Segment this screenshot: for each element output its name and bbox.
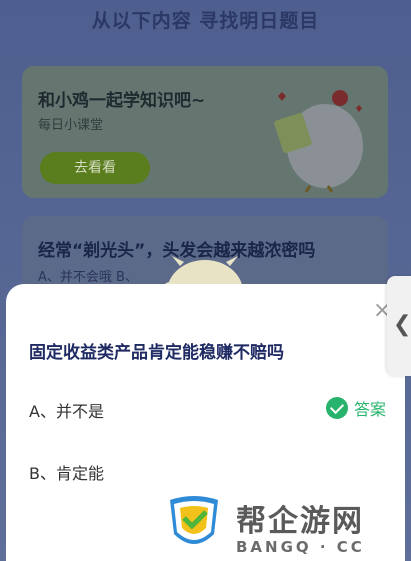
daily-class-card: 和小鸡一起学知识吧~ 每日小课堂 去看看 bbox=[22, 66, 388, 198]
side-drawer-handle[interactable]: ❮ bbox=[387, 276, 411, 376]
daily-class-subtitle: 每日小课堂 bbox=[38, 118, 104, 133]
shield-logo-icon bbox=[170, 496, 218, 544]
answer-label: 答案 bbox=[353, 400, 386, 419]
answer-badge: 答案 bbox=[325, 396, 386, 420]
check-circle-icon bbox=[325, 397, 348, 419]
daily-class-title: 和小鸡一起学知识吧~ bbox=[38, 91, 206, 111]
option-b[interactable]: B、肯定能 bbox=[29, 460, 104, 484]
page-header-title: 从以下内容 寻找明日题目 bbox=[91, 10, 320, 32]
watermark: 帮企游网 BANGQ · CC bbox=[164, 494, 411, 560]
go-see-button: 去看看 bbox=[40, 152, 150, 184]
chevron-left-icon: ❮ bbox=[393, 312, 411, 337]
option-a[interactable]: A、并不是 bbox=[29, 398, 104, 422]
chicken-illustration bbox=[274, 90, 363, 193]
watermark-brand: 帮企游网 bbox=[236, 504, 364, 539]
watermark-domain: BANGQ · CC bbox=[236, 538, 365, 556]
question-text: 固定收益类产品肯定能稳赚不赔吗 bbox=[29, 343, 284, 363]
question-preview-options: A、并不会哦 B、 bbox=[38, 270, 138, 285]
